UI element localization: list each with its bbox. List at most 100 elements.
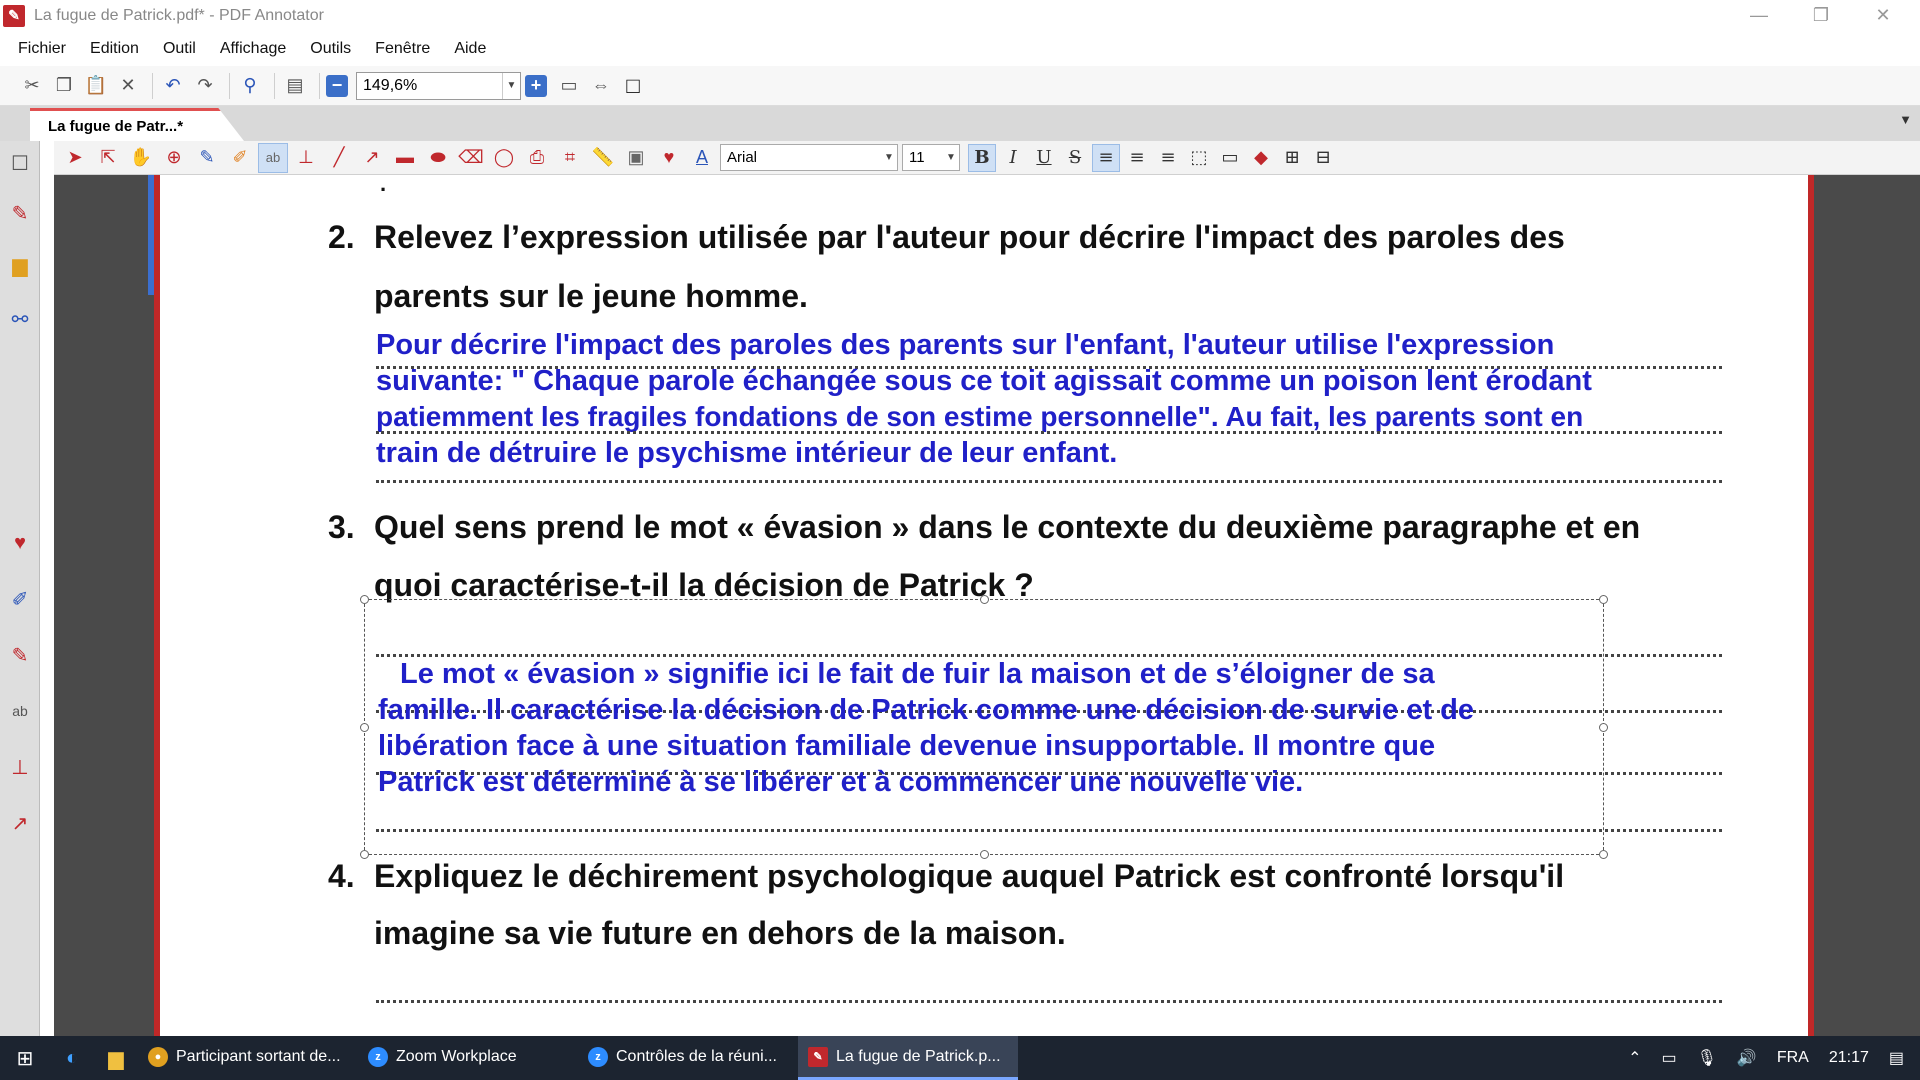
answer-3-line2[interactable]: famille. Il caractérise la décision de P… (378, 692, 1474, 728)
answer-2-line4[interactable]: train de détruire le psychisme intérieur… (376, 435, 1117, 471)
resize-handle[interactable] (1599, 595, 1608, 604)
favorite-heart-icon[interactable]: ♥ (8, 531, 32, 555)
fit-width-icon[interactable]: ⇔ (587, 72, 615, 100)
stamp-icon[interactable]: ⊥ (8, 755, 32, 779)
line-tool-icon[interactable]: ╱ (324, 143, 354, 173)
tab-list-icon[interactable]: ▼ (1899, 112, 1912, 127)
network-icon[interactable]: ▭ (1661, 1048, 1676, 1068)
text-color-button[interactable]: A (687, 143, 717, 173)
menu-affichage[interactable]: Affichage (216, 36, 290, 62)
rectangle-tool-icon[interactable]: ▬ (390, 143, 420, 173)
menu-outils[interactable]: Outils (306, 36, 355, 62)
ellipse-tool-icon[interactable]: ⬬ (423, 143, 453, 173)
undo-icon[interactable]: ↶ (159, 72, 187, 100)
resize-handle[interactable] (360, 850, 369, 859)
taskbar-item-pdf-annotator[interactable]: ✎ La fugue de Patrick.p... (798, 1036, 1018, 1080)
border-style-icon[interactable]: ⬚ (1185, 144, 1213, 172)
image-insert-icon[interactable]: ▣ (621, 143, 651, 173)
edge-icon[interactable]: ◐ (50, 1036, 94, 1080)
menu-outil[interactable]: Outil (159, 36, 200, 62)
bold-button[interactable]: B (968, 143, 996, 172)
arrow-icon[interactable]: ↗ (8, 811, 32, 835)
zoom-in-button[interactable]: + (525, 74, 547, 97)
answer-2-line1[interactable]: Pour décrire l'impact des paroles des pa… (376, 327, 1554, 363)
taskbar-item-zoom-controls[interactable]: z Contrôles de la réuni... (578, 1036, 798, 1080)
paste-icon[interactable]: 📋 (82, 72, 110, 100)
language-indicator[interactable]: FRA (1777, 1049, 1809, 1067)
zoom-input[interactable]: 149,6% ▼ (356, 71, 521, 100)
fill-color-icon[interactable]: ◆ (1247, 144, 1275, 172)
text-select-icon[interactable]: ⇱ (93, 143, 123, 173)
find-icon[interactable]: ⚲ (236, 72, 264, 100)
volume-icon[interactable]: 🔊 (1737, 1048, 1757, 1068)
text-tool-icon[interactable]: ab (258, 142, 288, 173)
microphone-icon[interactable]: 🎙 (1697, 1048, 1717, 1068)
resize-handle[interactable] (1599, 850, 1608, 859)
hand-icon[interactable]: ✋ (126, 143, 156, 173)
pencil-icon[interactable]: ✐ (8, 587, 32, 611)
pen-tool-icon[interactable]: ✎ (192, 143, 222, 173)
menu-fenetre[interactable]: Fenêtre (371, 36, 434, 62)
fit-page-icon[interactable]: ▭ (555, 72, 583, 100)
text-field-icon[interactable]: ab (8, 699, 32, 723)
align-right-icon[interactable]: ≡ (1154, 144, 1182, 172)
chevron-down-icon[interactable]: ▼ (943, 145, 959, 170)
pen-icon[interactable]: ✎ (8, 201, 32, 225)
taskbar-item-zoom-workplace[interactable]: z Zoom Workplace (358, 1036, 578, 1080)
restore-button[interactable]: ❐ (1790, 0, 1852, 31)
marker-tool-icon[interactable]: ✐ (225, 143, 255, 173)
resize-handle[interactable] (360, 723, 369, 732)
menu-fichier[interactable]: Fichier (14, 36, 70, 62)
favorites-heart-icon[interactable]: ♥ (654, 143, 684, 173)
chevron-down-icon[interactable]: ▼ (502, 72, 520, 99)
align-left-icon[interactable]: ≡ (1092, 143, 1120, 172)
close-button[interactable]: ✕ (1852, 0, 1914, 31)
answer-3-line4[interactable]: Patrick est déterminé à se libérer et à … (378, 764, 1303, 800)
folder-icon[interactable]: ▆ (8, 253, 32, 277)
full-screen-icon[interactable]: □ (619, 72, 647, 100)
camera-icon[interactable]: ⎙ (522, 143, 552, 173)
zoom-tool-icon[interactable]: ⊕ (159, 143, 189, 173)
document-viewport[interactable]: . 2. Relevez l’expression utilisée par l… (54, 171, 1920, 1036)
underline-button[interactable]: U (1030, 144, 1058, 172)
tab-document[interactable]: La fugue de Patr...* (30, 108, 244, 141)
fill-style-icon[interactable]: ▭ (1216, 144, 1244, 172)
group-icon[interactable]: ⊞ (1278, 144, 1306, 172)
delete-icon[interactable]: ✕ (114, 72, 142, 100)
cut-icon[interactable]: ✂ (18, 72, 46, 100)
strikethrough-button[interactable]: S (1061, 144, 1089, 172)
taskbar-item-chrome[interactable]: ● Participant sortant de... (138, 1036, 358, 1080)
copy-icon[interactable]: ❐ (50, 72, 78, 100)
highlighter-icon[interactable]: ✎ (8, 643, 32, 667)
menu-aide[interactable]: Aide (450, 36, 490, 62)
arrow-tool-icon[interactable]: ↗ (357, 143, 387, 173)
menu-edition[interactable]: Edition (86, 36, 143, 62)
resize-handle[interactable] (980, 595, 989, 604)
file-explorer-icon[interactable]: ▆ (94, 1036, 138, 1080)
answer-2-line3[interactable]: patiemment les fragiles fondations de so… (376, 399, 1583, 435)
align-center-icon[interactable]: ≡ (1123, 144, 1151, 172)
attachment-icon[interactable]: ⚯ (8, 307, 32, 331)
chevron-down-icon[interactable]: ▼ (881, 145, 897, 170)
lasso-icon[interactable]: ◯ (489, 143, 519, 173)
minimize-button[interactable]: — (1728, 0, 1790, 31)
answer-2-line2[interactable]: suivante: " Chaque parole échangée sous … (376, 363, 1592, 399)
chevron-up-icon[interactable]: ⌃ (1628, 1048, 1641, 1068)
answer-3-line3[interactable]: libération face à une situation familial… (378, 728, 1435, 764)
resize-handle[interactable] (1599, 723, 1608, 732)
ungroup-icon[interactable]: ⊟ (1309, 144, 1337, 172)
eraser-icon[interactable]: ⌫ (456, 143, 486, 173)
page-layout-icon[interactable]: ▤ (281, 72, 309, 100)
font-size-select[interactable]: 11 ▼ (902, 144, 960, 171)
font-family-select[interactable]: Arial ▼ (720, 144, 898, 171)
select-arrow-icon[interactable]: ➤ (60, 143, 90, 173)
pdf-page[interactable]: . 2. Relevez l’expression utilisée par l… (154, 171, 1814, 1036)
notification-icon[interactable]: ▤ (1889, 1048, 1904, 1068)
crop-icon[interactable]: ⌗ (555, 143, 585, 173)
stamp-tool-icon[interactable]: ⊥ (291, 143, 321, 173)
clock[interactable]: 21:17 (1829, 1049, 1869, 1067)
page-thumbnail-icon[interactable]: ☐ (8, 151, 32, 175)
italic-button[interactable]: I (999, 144, 1027, 172)
resize-handle[interactable] (360, 595, 369, 604)
redo-icon[interactable]: ↷ (191, 72, 219, 100)
